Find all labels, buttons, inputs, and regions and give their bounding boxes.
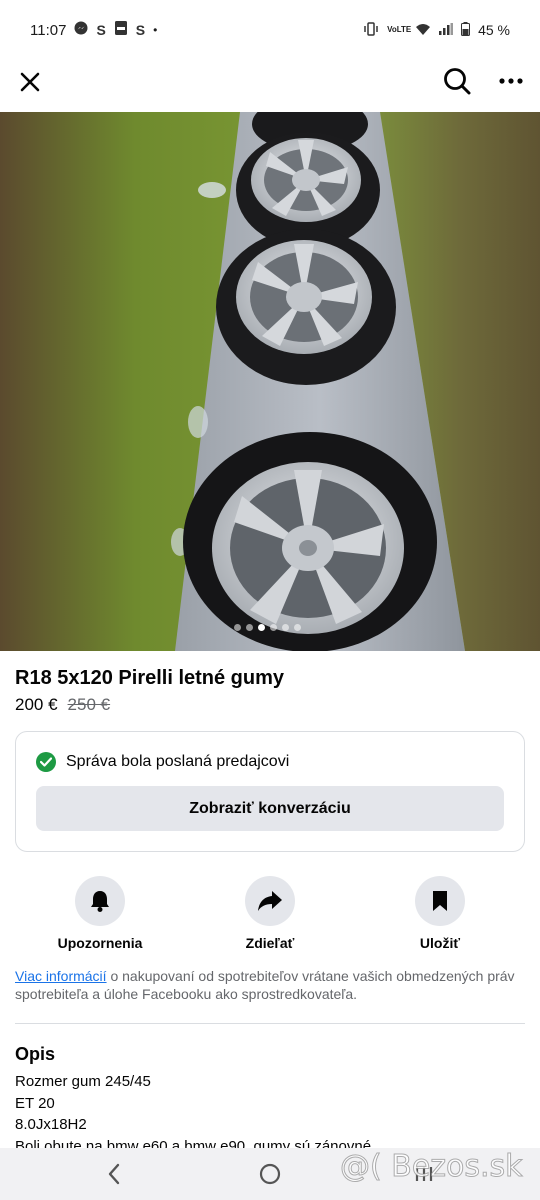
app-s-icon: S	[96, 22, 106, 38]
listing-title: R18 5x120 Pirelli letné gumy	[15, 667, 285, 689]
photo-pagination	[234, 624, 301, 631]
more-info-link[interactable]: Viac informácií	[15, 968, 107, 984]
vibrate-icon	[363, 21, 379, 39]
bell-icon[interactable]	[75, 876, 125, 926]
volte-label: VoLTE	[387, 25, 412, 34]
status-time: 11:07	[30, 21, 67, 39]
description-text: Rozmer gum 245/45 ET 20 8.0Jx18H2 Boli o…	[15, 1071, 375, 1157]
battery-icon	[461, 21, 471, 39]
status-bar: 11:07 S S • VoLTE 45 %	[0, 0, 540, 60]
home-icon[interactable]	[256, 1160, 284, 1188]
share-icon[interactable]	[245, 876, 295, 926]
app-s-icon: S	[135, 22, 146, 38]
search-icon[interactable]	[440, 64, 474, 98]
watermark: @( Bezos.sk	[340, 1149, 524, 1185]
price-row: 200 € 250 €	[15, 695, 110, 715]
description-line: ET 20	[15, 1094, 55, 1112]
pagination-dot	[294, 624, 301, 631]
description-line: Rozmer gum 245/45	[15, 1073, 151, 1090]
check-circle-icon	[36, 752, 56, 772]
back-icon[interactable]	[100, 1160, 128, 1188]
pagination-dot	[270, 624, 277, 631]
share-action[interactable]: Zdieľať	[210, 876, 330, 951]
more-icon[interactable]	[494, 64, 528, 98]
battery-percent: 45 %	[478, 22, 510, 38]
description-line: 8.0Jx18H2	[15, 1116, 87, 1133]
pagination-dot	[234, 624, 241, 631]
message-sent-card: Správa bola poslaná predajcovi Zobraziť …	[15, 731, 525, 852]
view-conversation-button[interactable]: Zobraziť konverzáciu	[36, 786, 504, 831]
app-bar	[0, 60, 540, 112]
listing-photo[interactable]	[0, 112, 540, 651]
share-label: Zdieľať	[245, 935, 295, 951]
description-heading: Opis	[15, 1044, 56, 1064]
save-label: Uložiť	[419, 935, 461, 951]
save-action[interactable]: Uložiť	[380, 876, 500, 951]
status-dot: •	[153, 23, 158, 37]
pdf-icon	[114, 20, 128, 40]
pagination-dot-active	[258, 624, 265, 631]
price: 200 €	[15, 695, 58, 714]
close-icon[interactable]	[14, 66, 46, 98]
notifications-label: Upozornenia	[57, 935, 143, 951]
notifications-action[interactable]: Upozornenia	[40, 876, 160, 951]
message-sent-text: Správa bola poslaná predajcovi	[66, 753, 290, 770]
divider	[15, 1023, 525, 1024]
wifi-icon	[415, 22, 431, 38]
messenger-icon	[74, 21, 88, 39]
signal-icon	[439, 22, 454, 38]
old-price: 250 €	[67, 695, 111, 714]
action-row: Upozornenia Zdieľať Uložiť	[0, 876, 540, 956]
pagination-dot	[246, 624, 253, 631]
consumer-info: Viac informácií o nakupovaní od spotrebi…	[15, 967, 527, 1003]
bookmark-icon[interactable]	[415, 876, 465, 926]
pagination-dot	[282, 624, 289, 631]
